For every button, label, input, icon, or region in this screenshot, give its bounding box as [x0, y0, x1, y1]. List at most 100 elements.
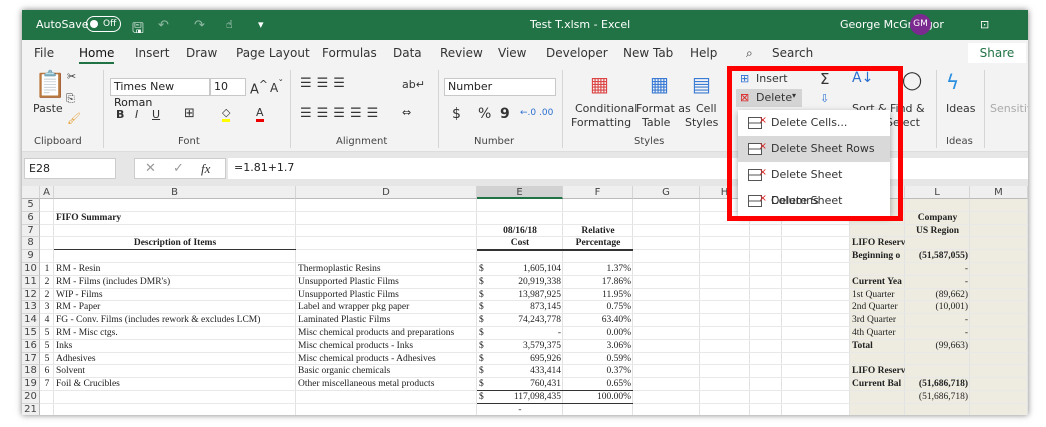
- cell-f13[interactable]: 0.75%: [563, 301, 633, 314]
- ribbon-display-icon[interactable]: ⊡: [980, 18, 989, 31]
- cell-b13[interactable]: RM - Paper: [54, 301, 296, 314]
- cell-f17[interactable]: 0.59%: [563, 353, 633, 366]
- cell-f18[interactable]: 0.37%: [563, 365, 633, 378]
- cell-e18[interactable]: 433,414: [477, 365, 563, 378]
- touch-mode-icon[interactable]: ☝: [226, 18, 233, 31]
- cell-f12[interactable]: 11.95%: [563, 289, 633, 302]
- column-header-b[interactable]: B: [54, 186, 296, 199]
- row-header[interactable]: 7: [22, 224, 40, 238]
- redo-icon[interactable]: ↷: [194, 18, 205, 33]
- cell-e17[interactable]: 695,926: [477, 353, 563, 366]
- cell-d14[interactable]: Laminated Plastic Films: [296, 314, 477, 327]
- cell-k19[interactable]: Current Bal: [850, 378, 905, 391]
- cell-a16[interactable]: 5: [40, 340, 54, 353]
- merge-center-icon[interactable]: ⇔: [402, 106, 411, 119]
- comma-button[interactable]: 9: [500, 106, 510, 122]
- search-icon[interactable]: ⌕: [746, 46, 753, 61]
- cell-a13[interactable]: 3: [40, 301, 54, 314]
- cell-d12[interactable]: Unsupported Plastic Films: [296, 289, 477, 302]
- cell-d13[interactable]: Label and wrapper pkg paper: [296, 301, 477, 314]
- cell-e10[interactable]: 1,605,104: [477, 263, 563, 276]
- format-as-table-icon[interactable]: ▦: [650, 72, 669, 96]
- column-header-g[interactable]: G: [633, 186, 700, 199]
- font-size-select[interactable]: 10: [210, 78, 246, 96]
- shrink-font-icon[interactable]: Aˇ: [270, 79, 283, 95]
- tab-formulas[interactable]: Formulas: [322, 46, 377, 60]
- tab-data[interactable]: Data: [393, 46, 422, 60]
- row-header[interactable]: 17: [22, 352, 40, 366]
- row-header[interactable]: 8: [22, 237, 40, 251]
- cell-l7[interactable]: US Region: [905, 225, 970, 238]
- tab-view[interactable]: View: [498, 46, 526, 60]
- underline-button[interactable]: U: [152, 108, 160, 121]
- cell-b11[interactable]: RM - Films (includes DMR's): [54, 276, 296, 289]
- row-header[interactable]: 14: [22, 314, 40, 327]
- cell-k13[interactable]: 2nd Quarter: [850, 301, 905, 314]
- cell-k16[interactable]: Total: [850, 340, 905, 353]
- row-header[interactable]: 6: [22, 211, 40, 225]
- cell-a19[interactable]: 7: [40, 378, 54, 391]
- row-header[interactable]: 10: [22, 263, 40, 276]
- cell-b6[interactable]: FIFO Summary: [54, 212, 296, 225]
- font-color-icon[interactable]: A: [256, 106, 264, 122]
- cell-d10[interactable]: Thermoplastic Resins: [296, 263, 477, 276]
- cell-a17[interactable]: 5: [40, 353, 54, 366]
- cell-a15[interactable]: 5: [40, 327, 54, 340]
- cell-b10[interactable]: RM - Resin: [54, 263, 296, 276]
- copy-icon[interactable]: ⎘: [66, 92, 75, 106]
- autosave-toggle[interactable]: Off: [86, 16, 121, 32]
- cell-l12[interactable]: (89,662): [905, 289, 970, 302]
- cell-k11[interactable]: Current Yea: [850, 276, 905, 289]
- cell-l9[interactable]: (51,587,055): [905, 250, 970, 263]
- fill-color-icon[interactable]: ◇: [222, 106, 231, 122]
- horizontal-align-icons[interactable]: ☰☰☰☰☰: [300, 106, 383, 121]
- cell-d19[interactable]: Other miscellaneous metal products: [296, 378, 477, 391]
- insert-function-icon[interactable]: fx: [201, 161, 210, 177]
- row-header[interactable]: 13: [22, 301, 40, 315]
- save-icon[interactable]: 🖫: [132, 18, 144, 42]
- cut-icon[interactable]: ✂: [67, 70, 76, 83]
- cell-b16[interactable]: Inks: [54, 340, 296, 353]
- row-header[interactable]: 11: [22, 275, 40, 289]
- cell-l20[interactable]: (51,686,718): [905, 391, 970, 404]
- conditional-label[interactable]: Conditional: [575, 102, 637, 115]
- row-header[interactable]: 18: [22, 365, 40, 379]
- cell-l16[interactable]: (99,663): [905, 340, 970, 353]
- cell-e11[interactable]: 20,919,338: [477, 276, 563, 289]
- enter-icon[interactable]: ✓: [173, 161, 184, 176]
- cell-l10[interactable]: -: [905, 263, 970, 276]
- percent-button[interactable]: %: [478, 106, 491, 122]
- paste-button[interactable]: Paste: [33, 102, 63, 115]
- undo-icon[interactable]: ↶: [158, 18, 169, 33]
- row-header[interactable]: 12: [22, 288, 40, 302]
- format-painter-icon[interactable]: 🖌: [67, 112, 81, 125]
- cell-d18[interactable]: Basic organic chemicals: [296, 365, 477, 378]
- cell-b15[interactable]: RM - Misc ctgs.: [54, 327, 296, 340]
- cell-l11[interactable]: -: [905, 276, 970, 289]
- cell-d16[interactable]: Misc chemical products - Inks: [296, 340, 477, 353]
- format-as-label[interactable]: Format as: [636, 102, 691, 115]
- styles-button-label[interactable]: Styles: [685, 116, 718, 129]
- row-header[interactable]: 21: [22, 403, 40, 415]
- cell-e13[interactable]: 873,145: [477, 301, 563, 314]
- cell-f10[interactable]: 1.37%: [563, 263, 633, 276]
- cell-b18[interactable]: Solvent: [54, 365, 296, 378]
- cell-k9[interactable]: Beginning o: [850, 250, 905, 263]
- cell-d15[interactable]: Misc chemical products and preparations: [296, 327, 477, 340]
- cell-f15[interactable]: 0.00%: [563, 327, 633, 340]
- cell-l15[interactable]: -: [905, 327, 970, 340]
- sensitivity-button[interactable]: Sensitivity: [990, 102, 1028, 115]
- italic-button[interactable]: I: [135, 108, 138, 121]
- column-header-l[interactable]: L: [905, 186, 970, 199]
- share-button[interactable]: Share: [968, 43, 1026, 63]
- formatting-label[interactable]: Formatting: [571, 116, 631, 129]
- cell-k12[interactable]: 1st Quarter: [850, 289, 905, 302]
- tab-review[interactable]: Review: [440, 46, 483, 60]
- conditional-formatting-icon[interactable]: ▦: [590, 72, 609, 96]
- cell-b14[interactable]: FG - Conv. Films (includes rework & excl…: [54, 314, 296, 327]
- row-header[interactable]: 15: [22, 327, 40, 340]
- row-header[interactable]: 20: [22, 391, 40, 404]
- cell-d17[interactable]: Misc chemical products - Adhesives: [296, 353, 477, 366]
- cell-k8[interactable]: LIFO Reserve -: [850, 237, 905, 250]
- cell-a18[interactable]: 6: [40, 365, 54, 378]
